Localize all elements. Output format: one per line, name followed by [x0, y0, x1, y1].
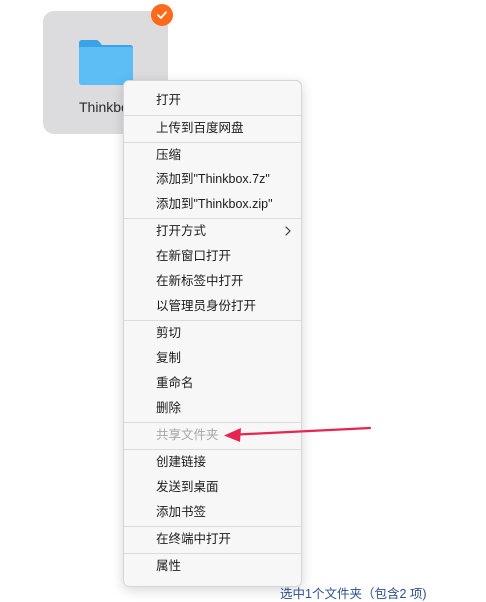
menu-item-open-as-admin[interactable]: 以管理员身份打开 [124, 294, 301, 318]
menu-item-open-with-label: 打开方式 [156, 224, 207, 238]
chevron-right-icon [285, 226, 291, 236]
selected-checkmark-badge [151, 4, 173, 26]
menu-item-open-new-window[interactable]: 在新窗口打开 [124, 244, 301, 268]
menu-item-copy[interactable]: 复制 [124, 346, 301, 370]
menu-item-add-to-7z[interactable]: 添加到"Thinkbox.7z" [124, 167, 301, 191]
menu-item-open[interactable]: 打开 [124, 88, 301, 112]
checkmark-icon [157, 11, 167, 19]
menu-item-cut[interactable]: 剪切 [124, 321, 301, 345]
menu-item-open-new-tab[interactable]: 在新标签中打开 [124, 269, 301, 293]
menu-item-add-bookmark[interactable]: 添加书签 [124, 500, 301, 524]
menu-item-create-link[interactable]: 创建链接 [124, 450, 301, 474]
menu-item-share-folder: 共享文件夹 [156, 428, 219, 442]
menu-item-delete[interactable]: 删除 [124, 396, 301, 420]
menu-item-upload-baidu-netdisk[interactable]: 上传到百度网盘 [124, 116, 301, 140]
status-bar-text: 选中1个文件夹（包含2 项) [280, 587, 427, 601]
menu-item-compress[interactable]: 压缩 [124, 143, 301, 167]
context-menu: 打开 上传到百度网盘 压缩 添加到"Thinkbox.7z" 添加到"Think… [123, 80, 302, 587]
menu-item-open-with[interactable]: 打开方式 [124, 219, 301, 243]
menu-item-send-to-desktop[interactable]: 发送到桌面 [124, 475, 301, 499]
menu-item-properties[interactable]: 属性 [124, 554, 301, 578]
menu-item-open-in-terminal[interactable]: 在终端中打开 [124, 527, 301, 551]
menu-item-add-to-zip[interactable]: 添加到"Thinkbox.zip" [124, 192, 301, 216]
menu-item-rename[interactable]: 重命名 [124, 371, 301, 395]
